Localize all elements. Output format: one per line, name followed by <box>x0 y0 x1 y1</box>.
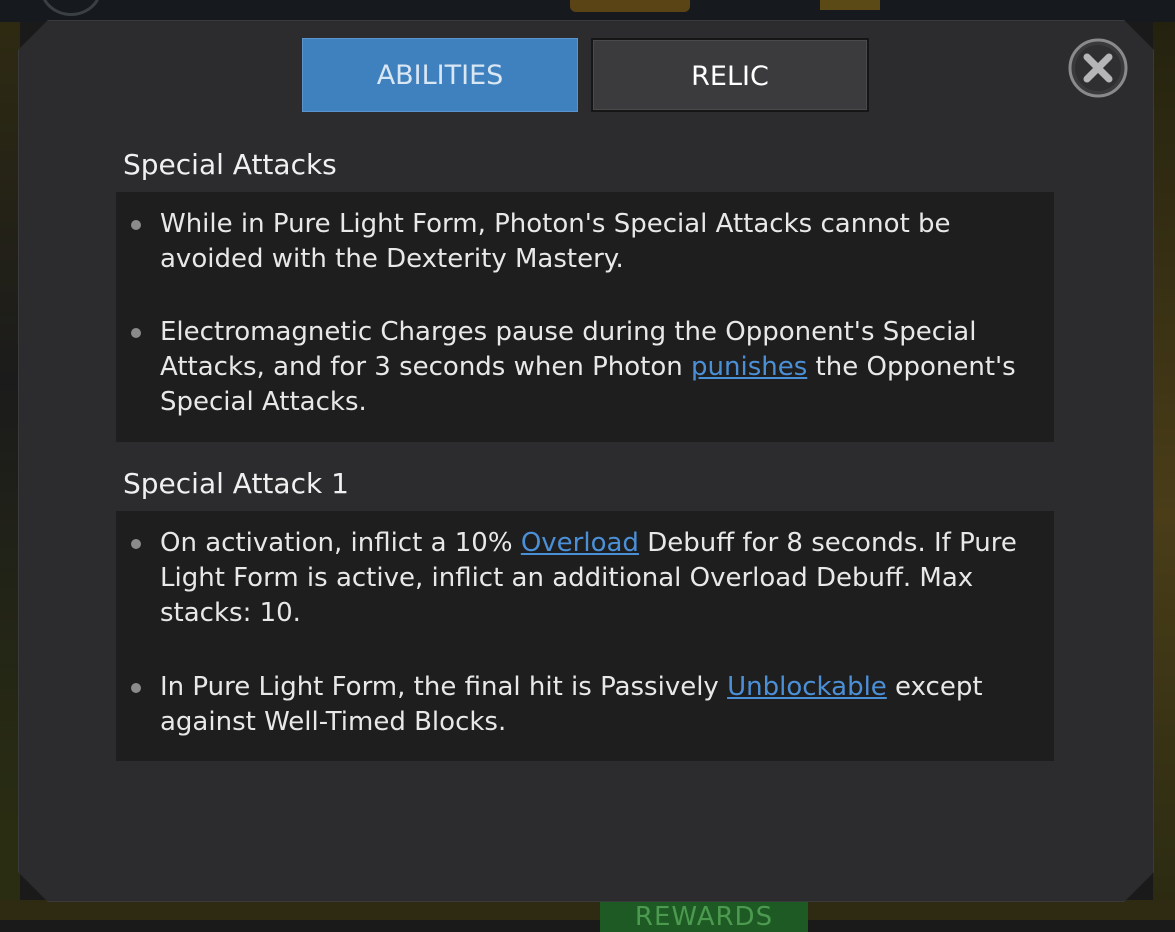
background-top-strip <box>0 0 1175 22</box>
bullet-text: While in Pure Light Form, Photon's Speci… <box>160 209 951 274</box>
section-title-special-attacks: Special Attacks <box>123 148 337 181</box>
background-ring <box>40 0 102 16</box>
rewards-button: REWARDS <box>600 902 808 932</box>
background-bottom-strip <box>0 900 1175 920</box>
bullet-text: On activation, inflict a 10% <box>160 528 521 558</box>
background-shape <box>820 0 880 10</box>
list-item: In Pure Light Form, the final hit is Pas… <box>131 670 1040 740</box>
keyword-link-unblockable[interactable]: Unblockable <box>727 672 887 702</box>
background-shape <box>570 0 690 12</box>
bullet-dot-icon <box>131 683 141 693</box>
background-left-strip <box>0 22 20 920</box>
bullet-dot-icon <box>131 220 141 230</box>
tab-abilities[interactable]: ABILITIES <box>302 38 578 112</box>
list-item: On activation, inflict a 10% Overload De… <box>131 526 1040 631</box>
section-box-special-attack-1: On activation, inflict a 10% Overload De… <box>116 511 1054 761</box>
list-item: Electromagnetic Charges pause during the… <box>131 315 1040 420</box>
keyword-link-punishes[interactable]: punishes <box>691 352 807 382</box>
section-title-special-attack-1: Special Attack 1 <box>123 467 349 500</box>
keyword-link-overload[interactable]: Overload <box>521 528 639 558</box>
bullet-dot-icon <box>131 539 141 549</box>
bullet-text: In Pure Light Form, the final hit is Pas… <box>160 672 728 702</box>
background-right-strip <box>1153 22 1175 920</box>
close-icon <box>1068 38 1128 98</box>
section-box-special-attacks: While in Pure Light Form, Photon's Speci… <box>116 192 1054 442</box>
bullet-dot-icon <box>131 328 141 338</box>
list-item: While in Pure Light Form, Photon's Speci… <box>131 207 1040 277</box>
close-button[interactable] <box>1068 38 1128 98</box>
tab-relic[interactable]: RELIC <box>591 38 869 112</box>
